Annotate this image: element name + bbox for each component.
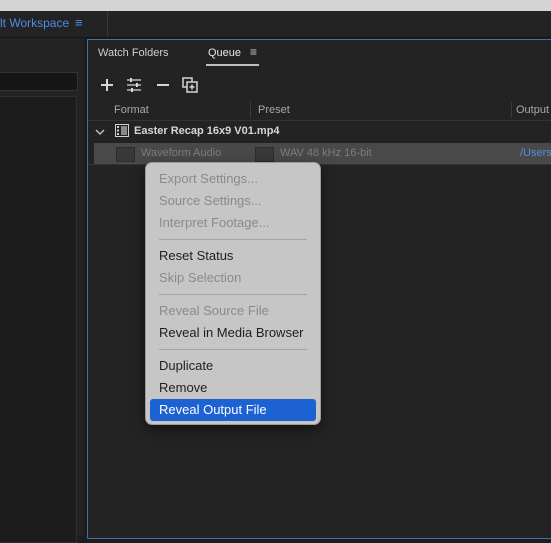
menu-item-export-settings[interactable]: Export Settings... <box>150 168 316 190</box>
left-panel <box>0 38 84 543</box>
workspace-bar: lt Workspace ≡ <box>0 11 551 38</box>
menu-item-skip-selection[interactable]: Skip Selection <box>150 267 316 289</box>
tab-queue[interactable]: Queue <box>208 47 241 59</box>
column-divider[interactable] <box>511 102 512 118</box>
tab-watch-folders[interactable]: Watch Folders <box>98 47 169 59</box>
format-dropdown[interactable] <box>116 147 135 162</box>
menu-item-interpret-footage[interactable]: Interpret Footage... <box>150 212 316 234</box>
menu-item-source-settings[interactable]: Source Settings... <box>150 190 316 212</box>
add-icon[interactable] <box>98 76 116 94</box>
menu-separator <box>159 239 307 240</box>
menu-item-reveal-output-file[interactable]: Reveal Output File <box>150 399 316 421</box>
hamburger-menu-icon[interactable]: ≡ <box>250 45 257 59</box>
divider <box>88 120 551 121</box>
chevron-down-icon[interactable] <box>95 124 105 136</box>
column-divider[interactable] <box>250 102 251 118</box>
menu-item-reveal-in-media-browser[interactable]: Reveal in Media Browser <box>150 322 316 344</box>
hamburger-menu-icon[interactable]: ≡ <box>75 15 83 30</box>
item-format[interactable]: Waveform Audio <box>141 147 221 159</box>
menu-item-remove[interactable]: Remove <box>150 377 316 399</box>
workspace-label[interactable]: lt Workspace <box>0 16 69 30</box>
top-strip <box>0 0 551 11</box>
remove-icon[interactable] <box>154 76 172 94</box>
menu-item-reveal-source-file[interactable]: Reveal Source File <box>150 300 316 322</box>
left-search-field[interactable] <box>0 72 78 91</box>
menu-separator <box>159 349 307 350</box>
column-header-format[interactable]: Format <box>114 104 149 116</box>
left-list <box>0 96 77 543</box>
preset-dropdown[interactable] <box>255 147 274 162</box>
menu-separator <box>159 294 307 295</box>
item-preset[interactable]: WAV 48 kHz 16-bit <box>280 147 372 159</box>
workspace-tab[interactable]: lt Workspace ≡ <box>0 11 108 37</box>
duplicate-icon[interactable] <box>181 76 199 94</box>
queue-group-title[interactable]: Easter Recap 16x9 V01.mp4 <box>134 125 280 137</box>
menu-item-duplicate[interactable]: Duplicate <box>150 355 316 377</box>
preset-settings-icon[interactable] <box>125 76 143 94</box>
active-tab-indicator <box>206 64 259 66</box>
column-header-output[interactable]: Output <box>516 104 549 116</box>
menu-item-reset-status[interactable]: Reset Status <box>150 245 316 267</box>
queue-item-row[interactable]: Waveform Audio WAV 48 kHz 16-bit /Users <box>94 143 551 164</box>
item-output-link[interactable]: /Users <box>520 147 551 159</box>
film-clip-icon <box>115 124 129 137</box>
column-header-preset[interactable]: Preset <box>258 104 290 116</box>
context-menu: Export Settings... Source Settings... In… <box>145 162 321 425</box>
